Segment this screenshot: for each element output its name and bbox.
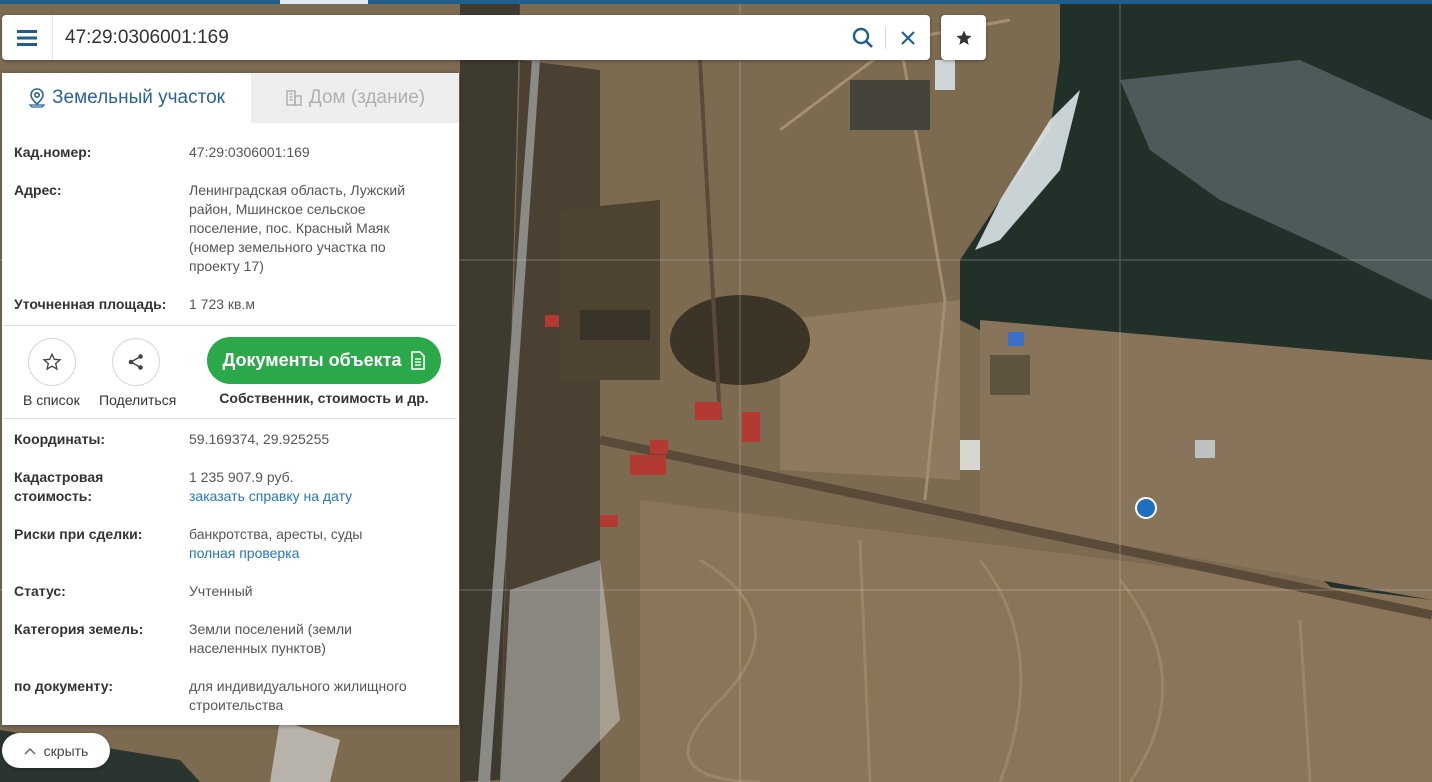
search-button[interactable]	[841, 15, 885, 60]
usage-line: строительства	[189, 697, 284, 713]
address-line: Ленинградская область, Лужский	[189, 182, 406, 198]
cost-label-line: Кадастровая	[14, 469, 104, 485]
area-label: Уточненная площадь:	[14, 296, 167, 312]
usage-label: по документу:	[14, 678, 114, 694]
category-line: населенных пунктов)	[189, 640, 326, 656]
top-strip-active	[280, 0, 368, 4]
object-documents-subtitle: Собственник, стоимость и др.	[219, 390, 429, 406]
cadnum-label: Кад.номер:	[14, 144, 92, 160]
object-documents-button[interactable]: Документы объекта	[207, 337, 441, 384]
coords-label: Координаты:	[14, 431, 106, 447]
location-marker[interactable]	[1135, 497, 1157, 519]
menu-button[interactable]	[2, 15, 53, 60]
share-label: Поделиться	[99, 392, 177, 408]
star-icon	[956, 30, 971, 45]
top-strip	[0, 0, 1432, 4]
share-button[interactable]	[112, 338, 160, 386]
object-documents-label: Документы объекта	[222, 350, 402, 370]
address-line: (номер земельного участка по	[189, 239, 386, 255]
risks-value: банкротства, аресты, суды полная проверк…	[189, 525, 447, 563]
address-line: поселение, пос. Красный Маяк	[189, 220, 390, 236]
divider	[4, 418, 457, 419]
order-certificate-link[interactable]: заказать справку на дату	[189, 487, 447, 506]
cost-amount: 1 235 907.9 руб.	[189, 469, 294, 485]
coords-row: Координаты: 59.169374, 29.925255	[14, 430, 447, 449]
search-icon	[852, 27, 873, 48]
cadnum-link[interactable]: 47:29:0306001:169	[189, 143, 447, 162]
tab-land-plot-label: Земельный участок	[52, 87, 225, 108]
cadnum-row: Кад.номер: 47:29:0306001:169	[14, 143, 447, 162]
status-row: Статус: Учтенный	[14, 582, 447, 601]
risks-text: банкротства, аресты, суды	[189, 526, 363, 542]
cost-row: Кадастровая стоимость: 1 235 907.9 руб. …	[14, 468, 447, 506]
actions-section: В список Поделиться Документы объекта Со…	[2, 326, 459, 418]
star-outline-icon	[42, 352, 62, 371]
document-icon	[410, 351, 425, 370]
address-line: проекту 17)	[189, 258, 264, 274]
address-row: Адрес: Ленинградская область, Лужский ра…	[14, 181, 447, 276]
coords-value: 59.169374, 29.925255	[189, 431, 330, 447]
search-bar	[2, 15, 930, 60]
risks-label: Риски при сделки:	[14, 526, 143, 542]
tab-land-plot[interactable]: Земельный участок	[2, 73, 251, 123]
usage-row: по документу: для индивидуального жилищн…	[14, 677, 447, 715]
category-label: Категория земель:	[14, 621, 144, 637]
full-check-link[interactable]: полная проверка	[189, 544, 447, 563]
area-row: Уточненная площадь: 1 723 кв.м	[14, 295, 447, 314]
address-label: Адрес:	[14, 182, 62, 198]
address-value: Ленинградская область, Лужский район, Мш…	[189, 181, 447, 276]
favorites-button[interactable]	[941, 15, 986, 60]
category-value: Земли поселений (земли населенных пункто…	[189, 620, 447, 658]
status-label: Статус:	[14, 583, 66, 599]
add-to-list-label: В список	[23, 392, 80, 408]
info-panel: Земельный участок Дом (здание) Кад.номер…	[2, 73, 459, 725]
hamburger-icon	[17, 29, 37, 46]
usage-line: для индивидуального жилищного	[189, 678, 407, 694]
clear-button[interactable]	[886, 15, 930, 60]
share-icon	[128, 354, 143, 370]
cost-label: Кадастровая стоимость:	[14, 468, 189, 506]
close-icon	[901, 30, 915, 45]
map-pin-icon	[28, 88, 46, 108]
usage-value: для индивидуального жилищного строительс…	[189, 677, 447, 715]
parcel-info: Кад.номер: 47:29:0306001:169 Адрес: Лени…	[2, 143, 459, 314]
status-value: Учтенный	[189, 583, 253, 599]
search-input[interactable]	[53, 17, 841, 58]
tab-house-label: Дом (здание)	[308, 87, 426, 108]
cost-label-line: стоимость:	[14, 488, 93, 504]
building-icon	[286, 90, 302, 106]
tab-bar: Земельный участок Дом (здание)	[2, 73, 459, 123]
address-line: район, Мшинское сельское	[189, 201, 366, 217]
hide-panel-label: скрыть	[43, 742, 89, 759]
details-section: Координаты: 59.169374, 29.925255 Кадастр…	[2, 430, 459, 715]
tab-house[interactable]: Дом (здание)	[251, 73, 459, 123]
cost-value: 1 235 907.9 руб. заказать справку на дат…	[189, 468, 447, 506]
hide-panel-button[interactable]: скрыть	[2, 733, 110, 768]
category-line: Земли поселений (земли	[189, 621, 352, 637]
chevron-up-icon	[24, 747, 36, 755]
category-row: Категория земель: Земли поселений (земли…	[14, 620, 447, 658]
add-to-list-button[interactable]	[28, 338, 76, 386]
risks-row: Риски при сделки: банкротства, аресты, с…	[14, 525, 447, 563]
area-value: 1 723 кв.м	[189, 296, 256, 312]
